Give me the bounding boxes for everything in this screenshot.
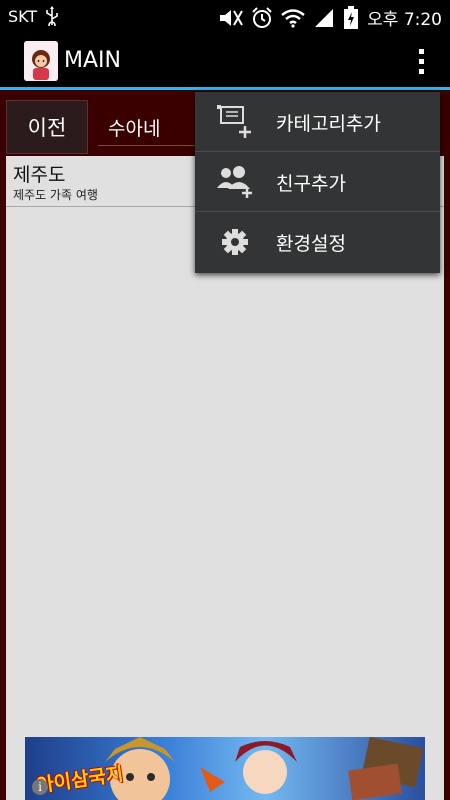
settings-icon bbox=[215, 224, 255, 260]
carrier-label: SKT bbox=[8, 6, 38, 26]
overflow-menu: 카테고리추가 친구추가 환경설정 bbox=[195, 92, 440, 273]
menu-item-add-category[interactable]: 카테고리추가 bbox=[195, 92, 440, 152]
list-item-subtitle: 제주도 가족 여행 bbox=[13, 188, 98, 202]
menu-item-add-friends[interactable]: 친구추가 bbox=[195, 152, 440, 212]
app-logo-icon[interactable] bbox=[24, 41, 58, 81]
info-icon[interactable]: i bbox=[32, 779, 48, 795]
category-value: 수아네 bbox=[108, 118, 161, 140]
add-friends-icon bbox=[215, 164, 255, 200]
status-bar: SKT 오후 7:20 bbox=[0, 0, 450, 34]
alarm-icon bbox=[251, 6, 273, 29]
signal-icon bbox=[313, 7, 335, 29]
add-category-icon bbox=[215, 104, 255, 140]
more-vert-icon[interactable] bbox=[416, 46, 428, 76]
mute-icon bbox=[217, 8, 244, 28]
wifi-icon bbox=[281, 8, 305, 28]
list-item-title: 제주도 bbox=[13, 164, 66, 186]
menu-item-label: 카테고리추가 bbox=[276, 113, 381, 135]
action-bar: MAIN bbox=[0, 34, 450, 90]
battery-icon bbox=[343, 5, 359, 30]
app-title: MAIN bbox=[64, 48, 121, 73]
clock-time: 오후 7:20 bbox=[367, 10, 442, 30]
menu-item-settings[interactable]: 환경설정 bbox=[195, 212, 440, 272]
menu-item-label: 환경설정 bbox=[276, 233, 346, 255]
prev-button[interactable]: 이전 bbox=[6, 100, 88, 154]
menu-item-label: 친구추가 bbox=[276, 173, 346, 195]
usb-icon bbox=[45, 6, 59, 26]
